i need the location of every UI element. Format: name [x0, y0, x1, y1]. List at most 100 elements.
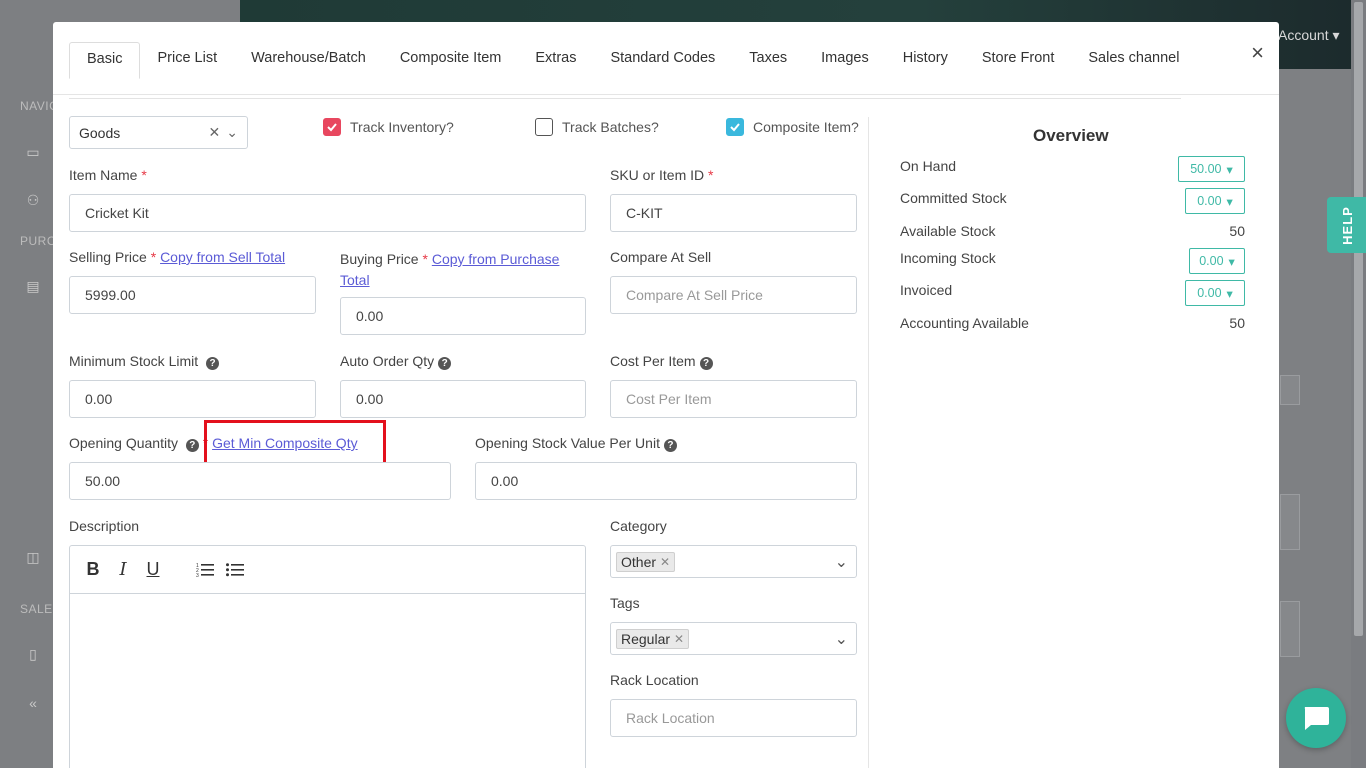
category-select[interactable]: Other ✕ ⌄	[610, 545, 857, 578]
track-batches-label: Track Batches?	[562, 119, 659, 135]
sku-label: SKU or Item ID *	[610, 167, 714, 183]
incoming-stock-label: Incoming Stock	[900, 250, 996, 266]
caret-down-icon: ▾	[1226, 162, 1233, 177]
tab-standard-codes[interactable]: Standard Codes	[593, 42, 732, 78]
copy-from-sell-total-link[interactable]: Copy from Sell Total	[160, 249, 285, 265]
overview-divider	[868, 117, 869, 768]
accounting-available-value: 50	[1229, 315, 1245, 331]
category-label: Category	[610, 518, 667, 534]
selling-price-input[interactable]: 5999.00	[69, 276, 316, 314]
committed-stock-label: Committed Stock	[900, 190, 1007, 206]
composite-item-label: Composite Item?	[753, 119, 859, 135]
rewind-icon: «	[29, 695, 37, 711]
auto-order-qty-input[interactable]: 0.00	[340, 380, 586, 418]
tab-basic[interactable]: Basic	[69, 42, 141, 79]
track-inventory-checkbox[interactable]: Track Inventory?	[323, 118, 454, 136]
background-panel	[1280, 601, 1300, 657]
document-icon: ▯	[29, 645, 37, 662]
tab-price-list[interactable]: Price List	[140, 42, 234, 78]
editor-toolbar: B I U 123	[70, 546, 585, 594]
tab-warehouse-batch[interactable]: Warehouse/Batch	[234, 42, 383, 78]
help-icon[interactable]: ?	[206, 357, 220, 370]
sku-input[interactable]: C-KIT	[610, 194, 857, 232]
svg-text:3: 3	[196, 573, 199, 578]
cost-per-item-input[interactable]: Cost Per Item	[610, 380, 857, 418]
archive-icon: ▤	[26, 277, 40, 294]
help-tab[interactable]: HELP	[1327, 197, 1366, 253]
description-editor[interactable]: B I U 123	[69, 545, 586, 768]
item-type-select[interactable]: Goods ✕ ⌄	[69, 116, 248, 149]
available-stock-label: Available Stock	[900, 223, 996, 239]
rack-location-input[interactable]: Rack Location	[610, 699, 857, 737]
track-batches-checkbox[interactable]: Track Batches?	[535, 118, 659, 136]
chevron-down-icon: ⌄	[834, 553, 848, 571]
chevron-down-icon: ⌄	[226, 124, 238, 140]
accounting-available-label: Accounting Available	[900, 315, 1029, 331]
checkbox-checked-icon	[726, 118, 744, 136]
rack-location-label: Rack Location	[610, 672, 699, 688]
checkbox-unchecked-icon	[535, 118, 553, 136]
copy-from-purchase-total-link[interactable]: Copy from Purchase	[432, 251, 560, 267]
tab-store-front[interactable]: Store Front	[965, 42, 1072, 78]
caret-down-icon: ▾	[1228, 254, 1235, 269]
on-hand-dropdown[interactable]: 50.00 ▾	[1178, 156, 1245, 182]
header-divider	[53, 94, 1279, 95]
incoming-stock-dropdown[interactable]: 0.00 ▾	[1189, 248, 1245, 274]
minimum-stock-limit-input[interactable]: 0.00	[69, 380, 316, 418]
bullet-list-icon[interactable]	[226, 560, 244, 580]
remove-tag-icon[interactable]: ✕	[660, 555, 670, 569]
committed-stock-dropdown[interactable]: 0.00 ▾	[1185, 188, 1245, 214]
ordered-list-icon[interactable]: 123	[196, 560, 214, 580]
tags-select[interactable]: Regular ✕ ⌄	[610, 622, 857, 655]
close-icon[interactable]: ×	[1251, 40, 1264, 66]
users-icon: ⚇	[26, 191, 40, 208]
italic-icon[interactable]: I	[114, 559, 132, 580]
help-icon[interactable]: ?	[185, 439, 199, 452]
cost-per-item-label: Cost Per Item?	[610, 353, 713, 370]
item-name-input[interactable]: Cricket Kit	[69, 194, 586, 232]
remove-tag-icon[interactable]: ✕	[674, 632, 684, 646]
tab-taxes[interactable]: Taxes	[732, 42, 804, 78]
auto-order-qty-label: Auto Order Qty?	[340, 353, 452, 370]
caret-down-icon: ▾	[1226, 194, 1233, 209]
tab-composite-item[interactable]: Composite Item	[383, 42, 519, 78]
compare-at-sell-input[interactable]: Compare At Sell Price	[610, 276, 857, 314]
minimum-stock-limit-label: Minimum Stock Limit ?	[69, 353, 220, 370]
buying-price-label: Buying Price * Copy from Purchase Total	[340, 251, 560, 288]
on-hand-label: On Hand	[900, 158, 957, 174]
account-menu[interactable]: Account ▾	[1278, 27, 1340, 44]
copy-from-purchase-total-link-line2[interactable]: Total	[340, 272, 370, 288]
bold-icon[interactable]: B	[84, 559, 102, 580]
chat-icon	[1304, 707, 1329, 730]
compare-at-sell-label: Compare At Sell	[610, 249, 712, 265]
item-edit-modal: Basic Price List Warehouse/Batch Composi…	[53, 22, 1279, 768]
opening-stock-value-input[interactable]: 0.00	[475, 462, 857, 500]
help-icon[interactable]: ?	[438, 357, 452, 370]
page-scrollbar[interactable]	[1351, 0, 1366, 768]
opening-stock-value-label: Opening Stock Value Per Unit?	[475, 435, 677, 452]
tab-history[interactable]: History	[886, 42, 965, 78]
checkbox-checked-icon	[323, 118, 341, 136]
help-icon[interactable]: ?	[663, 439, 677, 452]
purchase-section-label: PURC	[20, 234, 57, 248]
invoiced-dropdown[interactable]: 0.00 ▾	[1185, 280, 1245, 306]
background-panel	[1280, 494, 1300, 550]
description-label: Description	[69, 518, 140, 534]
monitor-icon: ▭	[26, 143, 40, 160]
item-name-label: Item Name *	[69, 167, 147, 183]
available-stock-value: 50	[1229, 223, 1245, 239]
opening-quantity-input[interactable]: 50.00	[69, 462, 451, 500]
help-icon[interactable]: ?	[699, 357, 713, 370]
chat-button[interactable]	[1286, 688, 1346, 748]
category-tag: Other ✕	[616, 551, 676, 572]
track-inventory-label: Track Inventory?	[350, 119, 454, 135]
tab-extras[interactable]: Extras	[518, 42, 593, 78]
underline-icon[interactable]: U	[144, 559, 162, 580]
bag-icon: ◫	[26, 548, 40, 565]
clear-icon[interactable]: ✕	[209, 124, 221, 141]
tab-images[interactable]: Images	[804, 42, 886, 78]
tab-sales-channel[interactable]: Sales channel	[1071, 42, 1196, 78]
buying-price-input[interactable]: 0.00	[340, 297, 586, 335]
composite-item-checkbox[interactable]: Composite Item?	[726, 118, 859, 136]
invoiced-label: Invoiced	[900, 282, 953, 298]
